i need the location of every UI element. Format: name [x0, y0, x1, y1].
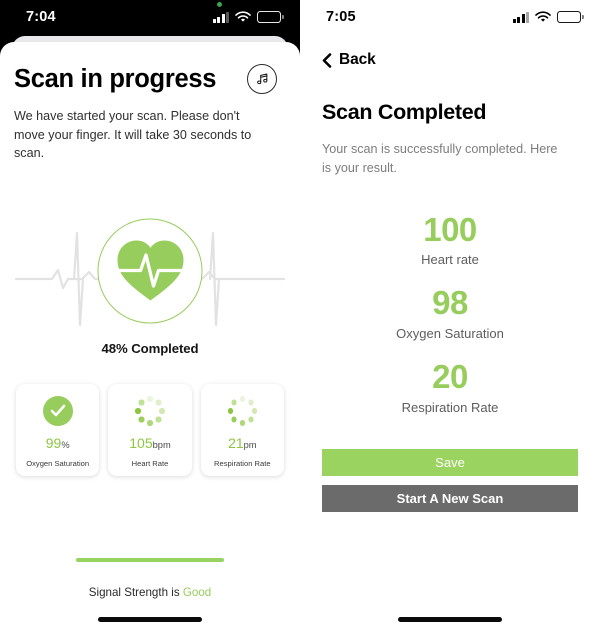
signal-strength-value: Good	[182, 586, 212, 599]
status-bar-right: 7:05	[300, 0, 600, 34]
signal-strength-text: Signal Strength is Good	[88, 586, 212, 599]
home-indicator	[98, 617, 202, 622]
metric-card-oxygen-saturation[interactable]: 99% Oxygen Saturation	[16, 383, 100, 477]
chevron-left-icon	[322, 52, 332, 68]
card-icon-wrap	[42, 394, 73, 428]
back-button[interactable]: Back	[322, 51, 578, 69]
title-row: Scan in progress	[14, 42, 286, 94]
check-circle-icon	[42, 395, 73, 426]
result-oxygen-saturation: 98 Oxygen Saturation	[322, 285, 578, 341]
status-bar-time: 7:04	[26, 9, 56, 25]
status-bar-indicators	[512, 11, 584, 23]
cellular-bars-icon	[512, 11, 530, 23]
metric-label: Respiration Rate	[214, 459, 271, 469]
loading-spinner-icon	[227, 396, 257, 426]
page-title: Scan Completed	[322, 100, 487, 124]
status-bar-left: 7:04	[0, 0, 300, 34]
save-button[interactable]: Save	[322, 448, 578, 476]
action-buttons: Save Start A New Scan	[322, 448, 578, 512]
scan-description: We have started your scan. Please don't …	[14, 109, 252, 161]
progress-percent-label: 48% Completed	[101, 340, 199, 356]
scan-in-progress-screen: 7:04 Scan in progress We have started yo…	[0, 0, 300, 627]
result-respiration-rate: 20 Respiration Rate	[322, 359, 578, 415]
result-value: 98	[432, 284, 468, 322]
result-label: Heart rate	[421, 252, 479, 268]
music-note-icon[interactable]	[247, 64, 277, 94]
metric-value: 99%	[45, 434, 70, 451]
loading-spinner-icon	[135, 396, 165, 426]
metric-value: 105bpm	[129, 434, 171, 451]
page-title: Scan in progress	[14, 64, 217, 93]
result-label: Respiration Rate	[401, 399, 499, 415]
result-value: 100	[423, 210, 477, 248]
result-heart-rate: 100 Heart rate	[322, 212, 578, 268]
scan-completed-screen: 7:05 Back Scan Completed Your scan is su…	[300, 0, 600, 627]
start-new-scan-button[interactable]: Start A New Scan	[322, 484, 578, 512]
metric-card-heart-rate[interactable]: 105bpm Heart Rate	[108, 383, 192, 477]
wifi-icon	[235, 11, 252, 23]
card-icon-wrap	[227, 394, 257, 428]
cellular-bars-icon	[212, 11, 230, 23]
battery-icon	[557, 11, 584, 23]
metric-card-respiration-rate[interactable]: 21pm Respiration Rate	[200, 383, 284, 477]
pulse-visual	[14, 207, 286, 335]
heart-pulse-icon	[97, 218, 203, 324]
scan-progress-fill	[76, 558, 224, 562]
scan-sheet: Scan in progress We have started your sc…	[0, 42, 300, 627]
metric-value: 21pm	[228, 434, 257, 451]
scan-completed-body: Back Scan Completed Your scan is success…	[300, 51, 600, 512]
back-button-label: Back	[339, 51, 376, 68]
metric-label: Oxygen Saturation	[26, 459, 90, 469]
status-bar-indicators	[212, 2, 284, 23]
dual-screen-container: 7:04 Scan in progress We have started yo…	[0, 0, 600, 627]
card-icon-wrap	[135, 394, 165, 428]
result-description: Your scan is successfully completed. Her…	[322, 142, 558, 175]
results-list: 100 Heart rate 98 Oxygen Saturation 20 R…	[322, 212, 578, 415]
battery-icon	[257, 11, 284, 23]
result-label: Oxygen Saturation	[396, 326, 504, 342]
metric-cards: 99% Oxygen Saturation 105bpm Heart Rate …	[14, 383, 286, 477]
metric-label: Heart Rate	[131, 459, 169, 469]
recording-dot-icon	[216, 2, 222, 7]
scan-progress-bar	[76, 558, 224, 562]
wifi-icon	[535, 11, 552, 23]
home-indicator	[398, 617, 502, 622]
status-bar-time: 7:05	[326, 9, 356, 25]
result-value: 20	[432, 358, 468, 396]
